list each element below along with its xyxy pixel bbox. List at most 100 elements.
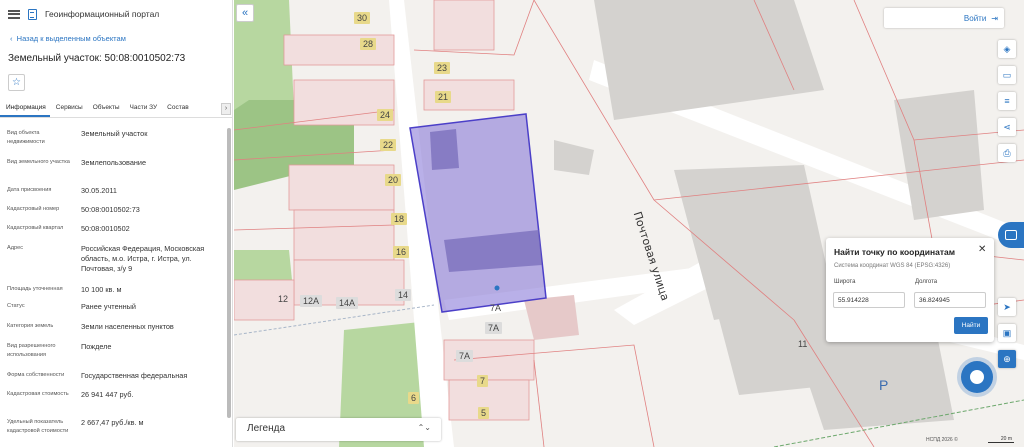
house-number: 7А (490, 303, 502, 313)
tab-parts[interactable]: Части ЗУ (124, 100, 162, 117)
attr-value: Государственная федеральная (81, 371, 188, 380)
house-number: 5 (478, 407, 490, 419)
house-number: 14 (395, 289, 412, 301)
attr-value: 10 100 кв. м (81, 285, 122, 294)
house-number: 23 (434, 62, 451, 74)
house-number: 14А (336, 297, 359, 309)
collapse-panel-button[interactable]: « (236, 4, 254, 22)
menu-icon[interactable] (8, 9, 20, 19)
attr-value: Землепользование (81, 158, 147, 167)
navigate-button[interactable]: ➤ (998, 298, 1016, 316)
attr-value: Пожделе (81, 342, 112, 351)
legend-label: Легенда (247, 423, 286, 434)
share-icon: ⋖ (1003, 121, 1011, 132)
map-attribution: НСПД 2026 © (926, 437, 958, 443)
basemap-button[interactable]: ▭ (998, 66, 1016, 84)
info-panel: Геоинформационный портал ‹ Назад к выдел… (0, 0, 233, 447)
chat-button[interactable] (961, 361, 993, 393)
attr-value: Земли населенных пунктов (81, 322, 174, 331)
house-number: 20 (385, 174, 402, 186)
attr-key: Вид объекта недвижимости (7, 130, 45, 145)
house-number: 16 (393, 246, 410, 258)
tabs-scroll-right-icon[interactable]: › (221, 103, 231, 115)
legend-dropdown[interactable]: Легенда ⌃⌄ (236, 418, 441, 441)
attr-key: Кадастровая стоимость (7, 391, 69, 397)
attr-value: Ранее учтенный (81, 302, 137, 311)
print-button[interactable]: ⎙ (998, 144, 1016, 162)
favorite-button[interactable]: ☆ (8, 74, 25, 91)
login-icon: ⇥ (991, 13, 998, 23)
map-canvas[interactable]: Почтовая улица 30 28 23 21 24 22 20 18 1… (234, 0, 1024, 447)
attr-key: Кадастровый номер (7, 206, 60, 212)
house-number: 22 (380, 139, 397, 151)
attr-value: Российская Федерация, Московская область… (81, 244, 205, 273)
ruler-button[interactable]: ▣ (998, 324, 1016, 342)
object-title: Земельный участок: 50:08:0010502:73 (8, 53, 186, 64)
tab-services[interactable]: Сервисы (50, 100, 87, 117)
lon-label: Долгота (915, 279, 938, 285)
house-number: 7 (477, 375, 489, 387)
building (524, 295, 579, 340)
house-number: 7А (456, 350, 474, 362)
attr-key: Форма собственности (7, 372, 65, 378)
building (594, 0, 824, 120)
settings-icon: ≡ (1004, 96, 1010, 106)
basemap-icon: ▭ (1002, 69, 1012, 80)
house-number: 18 (391, 213, 408, 225)
document-icon (28, 8, 37, 20)
attr-key: Статус (7, 303, 25, 309)
attr-key: Вид разрешенного использования (7, 343, 56, 358)
attr-key: Адрес (7, 245, 24, 251)
tab-info[interactable]: Информация (0, 100, 50, 117)
house-number: 6 (408, 392, 420, 404)
chevron-updown-icon: ⌃⌄ (417, 423, 431, 432)
layers-icon: ◈ (1003, 43, 1011, 54)
side-panel-tab[interactable] (998, 222, 1024, 248)
attr-value: 50:08:0010502:73 (81, 205, 140, 214)
double-chevron-left-icon: « (241, 7, 249, 19)
house-number: 24 (377, 109, 394, 121)
tab-composition[interactable]: Состав (161, 100, 193, 117)
lat-input[interactable]: 55.914228 (833, 292, 905, 308)
top-bar: Геоинформационный портал (0, 0, 232, 28)
coordinate-search-popup: Найти точку по координатам ✕ Система коо… (826, 238, 994, 342)
house-number: 7А (485, 322, 503, 334)
house-number: 30 (354, 12, 371, 24)
back-link-label: Назад к выделенным объектам (16, 34, 126, 43)
house-number: 12А (300, 295, 323, 307)
lon-input[interactable]: 36.824945 (914, 292, 986, 308)
building (554, 140, 594, 175)
login-button[interactable]: Войти ⇥ (884, 8, 1004, 28)
house-number: 11 (798, 339, 808, 349)
attr-key: Дата присвоения (7, 187, 52, 193)
layers-button[interactable]: ◈ (998, 40, 1016, 58)
coordinate-system: Система координат WGS 84 (EPSG:4326) (834, 263, 951, 269)
tab-objects[interactable]: Объекты (87, 100, 124, 117)
app-title: Геоинформационный портал (45, 9, 160, 19)
login-label: Войти (963, 13, 987, 23)
attr-key: Кадастровый квартал (7, 225, 64, 231)
panel-scrollbar[interactable] (227, 128, 231, 418)
share-button[interactable]: ⋖ (998, 118, 1016, 136)
attr-key: Удельный показатель кадастровой стоимост… (7, 419, 69, 434)
lat-label: Широта (834, 279, 856, 285)
star-icon: ☆ (12, 77, 21, 88)
attr-value: Земельный участок (81, 129, 148, 138)
chat-icon (970, 370, 984, 384)
chat-bubble-icon (1005, 230, 1017, 240)
attr-key: Вид земельного участка (7, 159, 70, 165)
attr-value: 30.05.2011 (81, 186, 117, 195)
back-link[interactable]: ‹ Назад к выделенным объектам (0, 28, 232, 48)
zoom-icon: ⊕ (1003, 353, 1011, 364)
find-button[interactable]: Найти (954, 317, 988, 334)
close-icon[interactable]: ✕ (978, 244, 986, 255)
map-layer (234, 0, 1024, 447)
attr-value: 26 941 447 руб. (81, 390, 134, 399)
zoom-button[interactable]: ⊕ (998, 350, 1016, 368)
parking-label: Р (879, 377, 889, 393)
attr-value: 50:08:0010502 (81, 224, 130, 233)
settings-button[interactable]: ≡ (998, 92, 1016, 110)
parcel-marker (494, 285, 500, 291)
navigate-icon: ➤ (1003, 301, 1011, 312)
scale-bar: 20 m (988, 436, 1014, 443)
